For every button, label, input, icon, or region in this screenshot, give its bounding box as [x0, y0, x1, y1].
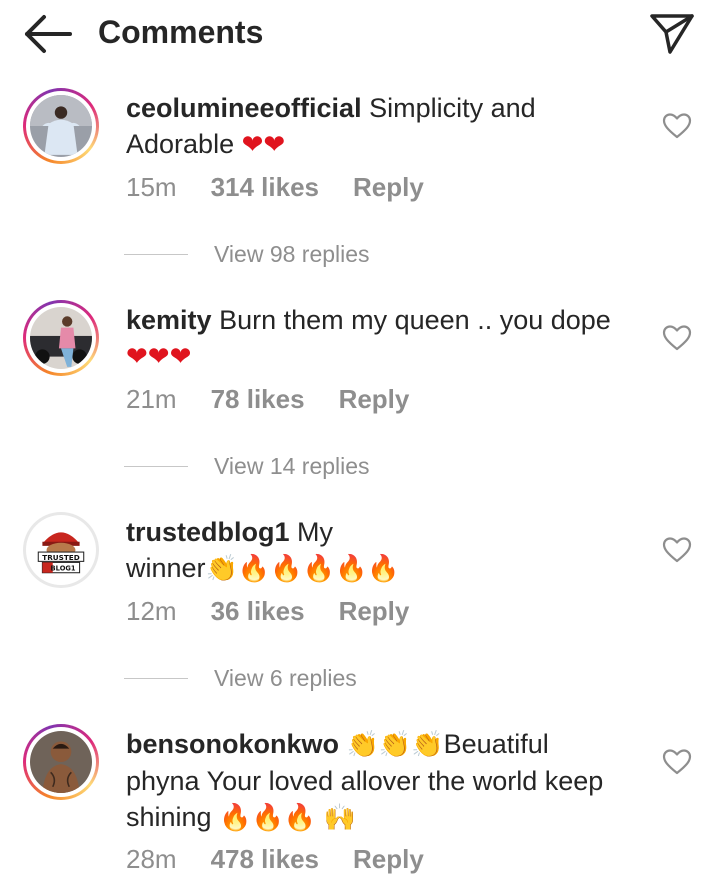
divider: [124, 465, 188, 467]
view-replies-label: View 98 replies: [214, 240, 370, 267]
fire-emoji: 🔥🔥🔥: [219, 803, 317, 833]
avatar[interactable]: [23, 88, 99, 164]
comment-timestamp: 21m: [126, 384, 177, 414]
fire-emoji: 🔥🔥🔥🔥🔥: [237, 554, 400, 584]
reply-button[interactable]: Reply: [353, 842, 424, 876]
avatar[interactable]: TRUSTED BLOG1: [23, 512, 99, 588]
comment-username[interactable]: ceolumineeofficial: [126, 93, 362, 123]
likes-count[interactable]: 36 likes: [211, 594, 305, 628]
reply-button[interactable]: Reply: [353, 170, 424, 204]
view-replies-button[interactable]: View 14 replies: [124, 449, 370, 483]
raising-hands-emoji: 🙌: [323, 803, 357, 833]
comment-meta: 15m 314 likes Reply: [126, 170, 458, 204]
comment-text: My: [289, 517, 334, 547]
likes-count[interactable]: 314 likes: [211, 170, 319, 204]
divider: [124, 253, 188, 255]
comment-username[interactable]: trustedblog1: [126, 517, 290, 547]
comments-header: Comments: [0, 0, 720, 66]
comment-body: kemity Burn them my queen .. you dope ❤❤…: [126, 302, 646, 375]
heart-outline-icon[interactable]: [662, 748, 692, 776]
heart-outline-icon[interactable]: [662, 324, 692, 352]
comment-text: Adorable: [126, 129, 242, 159]
arrow-left-icon[interactable]: [22, 12, 74, 56]
heart-emoji: ❤❤: [241, 130, 286, 160]
heart-outline-icon[interactable]: [662, 536, 692, 564]
comment-timestamp: 15m: [126, 172, 177, 202]
comment-meta: 12m 36 likes Reply: [126, 594, 443, 628]
page-title: Comments: [98, 14, 264, 50]
comment-body: bensonokonkwo 👏👏👏Beuatiful phyna Your lo…: [126, 726, 646, 836]
avatar[interactable]: [23, 724, 99, 800]
comment-meta: 21m 78 likes Reply: [126, 382, 443, 416]
heart-emoji: ❤❤❤: [126, 342, 192, 372]
view-replies-label: View 6 replies: [214, 664, 357, 691]
avatar-logo-text: BLOG1: [51, 565, 76, 573]
comment-text: phyna Your loved allover the world keep: [126, 766, 604, 796]
comment-username[interactable]: bensonokonkwo: [126, 729, 339, 759]
comment-username[interactable]: kemity: [126, 305, 212, 335]
likes-count[interactable]: 78 likes: [211, 382, 305, 416]
heart-outline-icon[interactable]: [662, 112, 692, 140]
divider: [124, 677, 188, 679]
paper-plane-icon[interactable]: [648, 10, 696, 56]
clapping-hands-emoji: 👏: [205, 554, 238, 584]
comment-text: Simplicity and: [361, 93, 536, 123]
comment-body: trustedblog1 My winner👏🔥🔥🔥🔥🔥: [126, 514, 646, 587]
comment-text: shining: [126, 802, 220, 832]
likes-count[interactable]: 478 likes: [211, 842, 319, 876]
view-replies-button[interactable]: View 6 replies: [124, 661, 357, 695]
comment-body: ceolumineeofficial Simplicity and Adorab…: [126, 90, 646, 163]
reply-button[interactable]: Reply: [339, 382, 410, 416]
reply-button[interactable]: Reply: [339, 594, 410, 628]
view-replies-label: View 14 replies: [214, 452, 370, 479]
view-replies-button[interactable]: View 98 replies: [124, 237, 370, 271]
comment-text: Beuatiful: [443, 729, 549, 759]
comment-timestamp: 12m: [126, 596, 177, 626]
comment-text: winner: [126, 553, 206, 583]
avatar[interactable]: [23, 300, 99, 376]
comment-text: Burn them my queen .. you dope: [211, 305, 611, 335]
avatar-logo-text: TRUSTED: [42, 553, 79, 562]
comment-meta: 28m 478 likes Reply: [126, 842, 458, 876]
clapping-hands-emoji: 👏👏👏: [346, 730, 444, 760]
comment-timestamp: 28m: [126, 844, 177, 874]
